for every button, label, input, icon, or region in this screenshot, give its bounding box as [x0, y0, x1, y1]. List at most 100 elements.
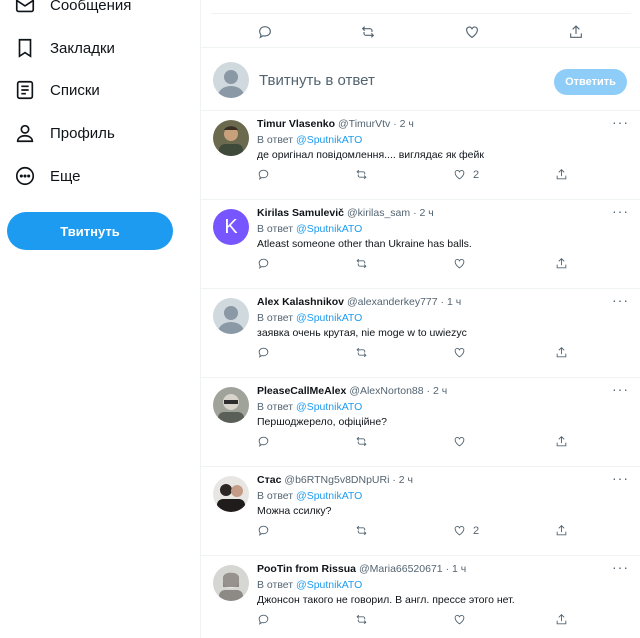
mention-link[interactable]: @SputnikATO: [296, 134, 362, 146]
share-button[interactable]: [555, 613, 568, 626]
retweet-button[interactable]: [355, 435, 368, 448]
sidebar-item-label: Списки: [50, 81, 100, 99]
share-button[interactable]: [555, 346, 568, 359]
share-button[interactable]: [555, 257, 568, 270]
share-button[interactable]: [555, 168, 568, 181]
share-icon: [570, 25, 582, 38]
sidebar-item-lists[interactable]: Списки: [14, 75, 100, 105]
retweet-button[interactable]: [355, 257, 368, 270]
main-tweet-actions: [201, 0, 640, 48]
like-button[interactable]: 2: [453, 524, 479, 537]
reply-button[interactable]: [257, 168, 270, 181]
author-handle[interactable]: @TimurVtv: [338, 118, 390, 130]
like-count: 2: [473, 168, 480, 181]
tweet-header: Alex Kalashnikov @alexanderkey777 · 1 ч: [257, 296, 461, 308]
tweet-header: Стас @b6RTNg5v8DNpURi · 2 ч: [257, 474, 413, 486]
like-button[interactable]: [464, 24, 480, 40]
author-handle[interactable]: @AlexNorton88: [349, 385, 423, 397]
mention-link[interactable]: @SputnikATO: [296, 223, 362, 235]
reply-submit-button[interactable]: Ответить: [554, 69, 627, 95]
heart-icon: [454, 525, 465, 536]
like-button[interactable]: [453, 435, 473, 448]
author-name[interactable]: PooTin from Rissua: [257, 563, 356, 575]
author-handle[interactable]: @b6RTNg5v8DNpURi: [284, 474, 389, 486]
reply-tweet[interactable]: Alex Kalashnikov @alexanderkey777 · 1 ч ·…: [201, 290, 640, 378]
author-handle[interactable]: @alexanderkey777: [347, 296, 438, 308]
reply-input[interactable]: Твитнуть в ответ: [259, 72, 375, 89]
timestamp[interactable]: 1 ч: [452, 563, 466, 575]
mention-link[interactable]: @SputnikATO: [296, 312, 362, 324]
mention-link[interactable]: @SputnikATO: [296, 401, 362, 413]
avatar[interactable]: [213, 476, 249, 512]
separator: ·: [426, 385, 431, 397]
avatar[interactable]: [213, 120, 249, 156]
timestamp[interactable]: 2 ч: [433, 385, 447, 397]
author-handle[interactable]: @Maria66520671: [359, 563, 443, 575]
reply-button[interactable]: [257, 435, 270, 448]
reply-tweet[interactable]: PooTin from Rissua @Maria66520671 · 1 ч ·…: [201, 557, 640, 638]
reply-prefix: В ответ: [257, 223, 294, 235]
sidebar-item-profile[interactable]: Профиль: [14, 118, 115, 148]
sidebar-item-more[interactable]: Еще: [14, 161, 81, 191]
mention-link[interactable]: @SputnikATO: [296, 579, 362, 591]
sidebar-item-messages[interactable]: Сообщения: [14, 0, 131, 20]
timestamp[interactable]: 1 ч: [447, 296, 461, 308]
avatar[interactable]: [213, 565, 249, 601]
like-button[interactable]: [453, 613, 473, 626]
timestamp[interactable]: 2 ч: [400, 118, 414, 130]
author-name[interactable]: Alex Kalashnikov: [257, 296, 344, 308]
author-handle[interactable]: @kirilas_sam: [347, 207, 410, 219]
retweet-button[interactable]: [355, 346, 368, 359]
share-button[interactable]: [555, 524, 568, 537]
reply-tweet[interactable]: Timur Vlasenko @TimurVtv · 2 ч ··· В отве…: [201, 112, 640, 200]
timestamp[interactable]: 2 ч: [399, 474, 413, 486]
avatar: [213, 62, 249, 98]
reply-button[interactable]: [257, 524, 270, 537]
avatar[interactable]: [213, 298, 249, 334]
retweet-button[interactable]: [355, 524, 368, 537]
reply-prefix: В ответ: [257, 401, 294, 413]
reply-button[interactable]: [257, 613, 270, 626]
heart-icon: [454, 614, 465, 625]
author-name[interactable]: Стас: [257, 474, 281, 486]
replying-to: В ответ @SputnikATO: [257, 134, 362, 146]
author-name[interactable]: Timur Vlasenko: [257, 118, 335, 130]
avatar[interactable]: [213, 387, 249, 423]
reply-tweet[interactable]: Стас @b6RTNg5v8DNpURi · 2 ч ··· В ответ @…: [201, 468, 640, 556]
more-options-button[interactable]: ···: [612, 381, 629, 397]
like-button[interactable]: [453, 257, 473, 270]
reply-button[interactable]: [257, 24, 273, 40]
avatar[interactable]: K: [213, 209, 249, 245]
more-options-button[interactable]: ···: [612, 292, 629, 308]
reply-button[interactable]: [257, 346, 270, 359]
tweet-button[interactable]: Твитнуть: [7, 212, 173, 250]
share-button[interactable]: [555, 435, 568, 448]
like-button[interactable]: 2: [453, 168, 479, 181]
profile-icon: [14, 122, 36, 144]
retweet-icon: [356, 614, 367, 625]
sidebar-item-bookmarks[interactable]: Закладки: [14, 33, 115, 63]
heart-icon: [466, 26, 478, 39]
retweet-button[interactable]: [355, 168, 368, 181]
replying-to: В ответ @SputnikATO: [257, 223, 362, 235]
more-options-button[interactable]: ···: [612, 203, 629, 219]
retweet-button[interactable]: [360, 24, 376, 40]
tweet-text: Можна ссилку?: [257, 505, 332, 517]
tweet-text: Джонсон такого не говорил. В англ. пресс…: [257, 594, 515, 606]
author-name[interactable]: PleaseCallMeAlex: [257, 385, 346, 397]
mention-link[interactable]: @SputnikATO: [296, 490, 362, 502]
timestamp[interactable]: 2 ч: [419, 207, 433, 219]
conversation-column: Твитнуть в ответ Ответить Timur Vlasenko…: [200, 0, 640, 638]
more-options-button[interactable]: ···: [612, 559, 629, 575]
reply-button[interactable]: [257, 257, 270, 270]
replying-to: В ответ @SputnikATO: [257, 312, 362, 324]
like-button[interactable]: [453, 346, 473, 359]
reply-tweet[interactable]: K Kirilas Samulevič @kirilas_sam · 2 ч ··…: [201, 201, 640, 289]
more-options-button[interactable]: ···: [612, 114, 629, 130]
tweet-header: Kirilas Samulevič @kirilas_sam · 2 ч: [257, 207, 434, 219]
author-name[interactable]: Kirilas Samulevič: [257, 207, 344, 219]
share-button[interactable]: [568, 24, 584, 40]
retweet-button[interactable]: [355, 613, 368, 626]
more-options-button[interactable]: ···: [612, 470, 629, 486]
reply-tweet[interactable]: PleaseCallMeAlex @AlexNorton88 · 2 ч ··· …: [201, 379, 640, 467]
